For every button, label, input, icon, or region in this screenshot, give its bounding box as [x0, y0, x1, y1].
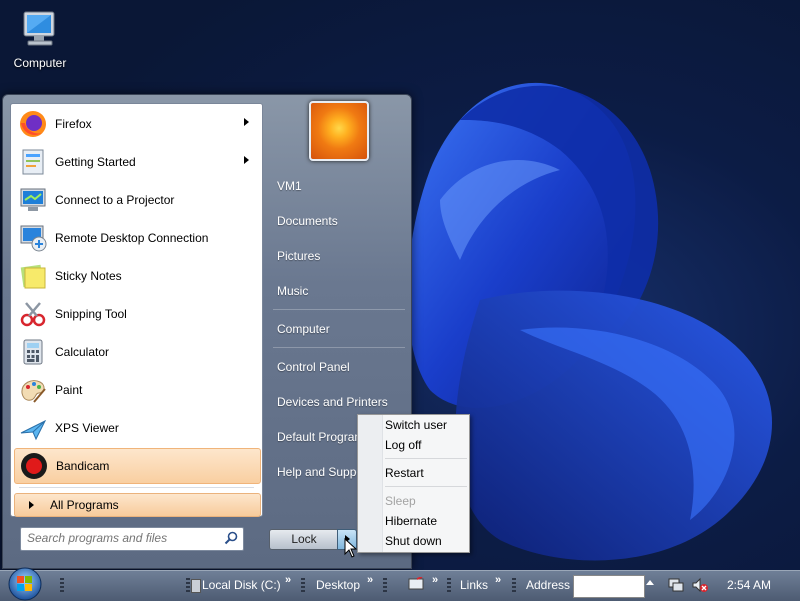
start-menu: Firefox Getting Started Connect to a Pro… — [2, 94, 412, 569]
toolbar-grip[interactable] — [383, 578, 387, 594]
menu-item-switch-user[interactable]: Switch user — [385, 415, 467, 435]
place-computer[interactable]: Computer — [277, 314, 411, 344]
lock-button[interactable]: Lock — [269, 529, 339, 550]
toolbar-links[interactable]: Links — [460, 578, 488, 592]
program-paint[interactable]: Paint — [14, 372, 259, 408]
place-user-vm1[interactable]: VM1 — [277, 171, 411, 201]
search-box[interactable] — [20, 527, 244, 551]
system-clock[interactable]: 2:54 AM — [727, 578, 771, 592]
program-label: Paint — [55, 383, 83, 397]
mouse-cursor-icon — [344, 538, 358, 558]
program-label: Sticky Notes — [55, 269, 122, 283]
place-control-panel[interactable]: Control Panel — [277, 352, 411, 382]
toolbar-grip[interactable] — [512, 578, 516, 594]
all-programs-button[interactable]: All Programs — [14, 493, 261, 517]
place-music[interactable]: Music — [277, 276, 411, 306]
start-orb-windows-icon[interactable] — [6, 567, 44, 601]
program-sticky-notes[interactable]: Sticky Notes — [14, 258, 259, 294]
menu-separator — [385, 486, 467, 487]
program-getting-started[interactable]: Getting Started — [14, 144, 259, 180]
programs-divider — [19, 487, 254, 488]
all-programs-label: All Programs — [50, 498, 119, 512]
program-label: XPS Viewer — [55, 421, 119, 435]
program-calculator[interactable]: Calculator — [14, 334, 259, 370]
desktop-computer-shortcut[interactable]: Computer — [6, 6, 74, 70]
menu-item-restart[interactable]: Restart — [385, 463, 467, 483]
menu-separator — [385, 458, 467, 459]
toolbar-grip[interactable] — [301, 578, 305, 594]
toolbar-chevron-icon[interactable]: » — [285, 574, 291, 586]
program-label: Remote Desktop Connection — [55, 231, 209, 245]
program-firefox[interactable]: Firefox — [14, 106, 259, 142]
remote-desktop-icon — [17, 222, 49, 254]
program-xps-viewer[interactable]: XPS Viewer — [14, 410, 259, 446]
show-desktop-icon[interactable] — [408, 577, 424, 591]
submenu-arrow-icon — [244, 156, 249, 164]
xps-viewer-icon — [17, 412, 49, 444]
toolbar-grip[interactable] — [447, 578, 451, 594]
menu-gutter — [358, 415, 383, 552]
toolbar-chevron-icon[interactable]: » — [495, 574, 501, 586]
projector-icon — [17, 184, 49, 216]
menu-item-shut-down[interactable]: Shut down — [385, 531, 467, 551]
places-divider — [273, 347, 405, 348]
program-label: Bandicam — [56, 459, 110, 473]
program-remote-desktop[interactable]: Remote Desktop Connection — [14, 220, 259, 256]
menu-item-log-off[interactable]: Log off — [385, 435, 467, 455]
bandicam-icon — [18, 450, 50, 482]
firefox-icon — [17, 108, 49, 140]
volume-muted-icon[interactable] — [692, 577, 708, 593]
menu-item-sleep: Sleep — [385, 494, 416, 508]
program-label: Getting Started — [55, 155, 136, 169]
expand-arrow-icon — [29, 501, 34, 509]
places-divider — [273, 309, 405, 310]
search-icon[interactable] — [224, 531, 238, 548]
menu-item-hibernate[interactable]: Hibernate — [385, 511, 467, 531]
calculator-icon — [17, 336, 49, 368]
program-bandicam[interactable]: Bandicam — [14, 448, 261, 484]
sticky-notes-icon — [17, 260, 49, 292]
hard-disk-icon — [191, 579, 201, 593]
place-devices-printers[interactable]: Devices and Printers — [277, 387, 411, 417]
program-label: Firefox — [55, 117, 92, 131]
snipping-tool-icon — [17, 298, 49, 330]
taskbar: Local Disk (C:) » Desktop » » Links » Ad… — [0, 567, 800, 601]
submenu-arrow-icon — [244, 118, 249, 126]
program-label: Snipping Tool — [55, 307, 127, 321]
address-input[interactable] — [573, 575, 645, 598]
place-pictures[interactable]: Pictures — [277, 241, 411, 271]
toolbar-chevron-icon[interactable]: » — [432, 574, 438, 586]
user-picture-flower-icon[interactable] — [309, 101, 369, 161]
power-options-menu: Switch user Log off Restart Sleep Hibern… — [357, 414, 470, 553]
toolbar-grip[interactable] — [60, 578, 64, 594]
show-hidden-icons-icon[interactable] — [646, 580, 654, 585]
programs-pane: Firefox Getting Started Connect to a Pro… — [10, 103, 263, 517]
address-label: Address — [526, 578, 571, 592]
computer-icon — [16, 6, 64, 54]
program-label: Calculator — [55, 345, 110, 359]
place-documents[interactable]: Documents — [277, 206, 411, 236]
network-icon[interactable] — [668, 577, 684, 593]
program-connect-projector[interactable]: Connect to a Projector — [14, 182, 259, 218]
paint-icon — [17, 374, 49, 406]
toolbar-local-disk[interactable]: Local Disk (C:) — [202, 578, 281, 592]
toolbar-desktop[interactable]: Desktop — [316, 578, 360, 592]
getting-started-icon — [17, 146, 49, 178]
search-input[interactable] — [21, 528, 223, 548]
desktop-icon-label: Computer — [13, 56, 67, 70]
program-snipping-tool[interactable]: Snipping Tool — [14, 296, 259, 332]
toolbar-chevron-icon[interactable]: » — [367, 574, 373, 586]
program-label: Connect to a Projector — [55, 193, 175, 207]
toolbar-grip[interactable] — [186, 578, 190, 594]
